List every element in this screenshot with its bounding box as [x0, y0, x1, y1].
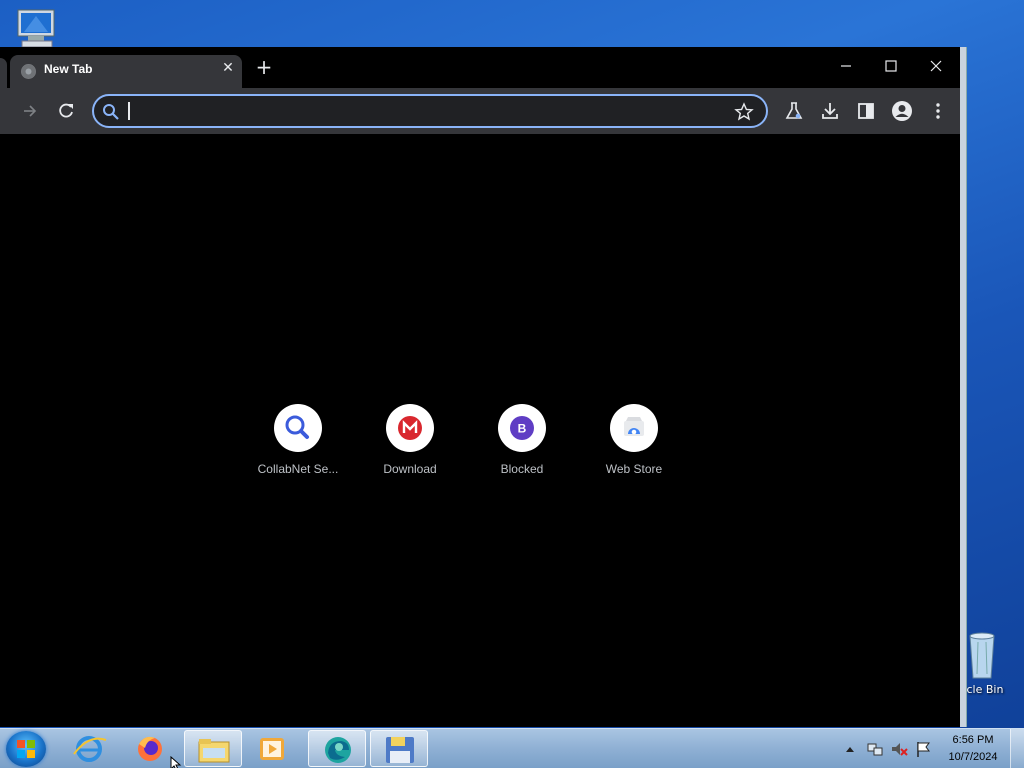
browser-frame: New Tab ✕ + CollabNet Se... Download B B…: [0, 47, 960, 727]
shortcut-tile-download[interactable]: Download: [354, 396, 466, 486]
shortcut-tile-collabnet[interactable]: CollabNet Se...: [242, 396, 354, 486]
search-icon: [102, 103, 120, 121]
internet-explorer-icon[interactable]: [60, 730, 118, 767]
shortcut-tile-blocked[interactable]: B Blocked: [466, 396, 578, 486]
mouse-cursor-icon: [170, 755, 182, 768]
close-window-button[interactable]: [922, 55, 950, 77]
maximize-button[interactable]: [877, 55, 905, 77]
tab-title: New Tab: [44, 62, 93, 76]
recycle-bin-label: ycle Bin: [960, 683, 1004, 696]
toolbar: [0, 88, 960, 134]
new-tab-page: CollabNet Se... Download B Blocked Web S…: [0, 134, 960, 727]
mega-icon: [386, 404, 434, 452]
b-letter-icon: B: [498, 404, 546, 452]
shortcut-label: Blocked: [500, 462, 544, 476]
side-panel-icon[interactable]: [854, 99, 878, 123]
shortcut-tiles: CollabNet Se... Download B Blocked Web S…: [242, 396, 690, 486]
shortcut-letter: B: [518, 422, 527, 436]
edge-icon[interactable]: [308, 730, 366, 767]
close-tab-icon[interactable]: ✕: [220, 60, 236, 76]
shortcut-label: Web Store: [605, 462, 663, 476]
labs-flask-icon[interactable]: [782, 99, 806, 123]
tab-edge: [0, 58, 7, 88]
forward-button[interactable]: [18, 99, 42, 123]
tab-strip: New Tab ✕ +: [0, 47, 960, 88]
address-bar[interactable]: [92, 94, 768, 128]
action-center-flag-icon[interactable]: [914, 740, 932, 758]
bookmark-star-icon[interactable]: [734, 102, 754, 122]
globe-icon: [21, 64, 36, 79]
new-tab-button[interactable]: +: [254, 57, 274, 77]
collabnet-search-icon: [274, 404, 322, 452]
file-explorer-icon[interactable]: [184, 730, 242, 767]
tab-new-tab[interactable]: New Tab ✕: [10, 55, 242, 88]
address-input[interactable]: [128, 102, 718, 120]
clock-date[interactable]: 10/7/2024: [941, 751, 1005, 763]
computer-icon[interactable]: [14, 8, 62, 50]
start-button[interactable]: [6, 731, 46, 767]
shortcut-label: CollabNet Se...: [257, 462, 339, 476]
shortcut-label: Download: [383, 462, 437, 476]
network-icon[interactable]: [866, 740, 884, 758]
volume-muted-icon[interactable]: [890, 740, 908, 758]
minimize-button[interactable]: [832, 55, 860, 77]
media-player-icon[interactable]: [244, 730, 302, 767]
download-icon[interactable]: [818, 99, 842, 123]
taskbar: 6:56 PM 10/7/2024: [0, 728, 1024, 768]
browser-window: New Tab ✕ + CollabNet Se... Download B B…: [0, 47, 967, 727]
save-disk-icon[interactable]: [370, 730, 428, 767]
profile-avatar-icon[interactable]: [890, 99, 914, 123]
reload-button[interactable]: [54, 99, 78, 123]
clock-time[interactable]: 6:56 PM: [941, 734, 1005, 746]
menu-kebab-icon[interactable]: [926, 99, 950, 123]
show-hidden-icons-icon[interactable]: [844, 741, 856, 755]
shortcut-tile-web-store[interactable]: Web Store: [578, 396, 690, 486]
web-store-icon: [610, 404, 658, 452]
show-desktop-button[interactable]: [1010, 729, 1024, 768]
